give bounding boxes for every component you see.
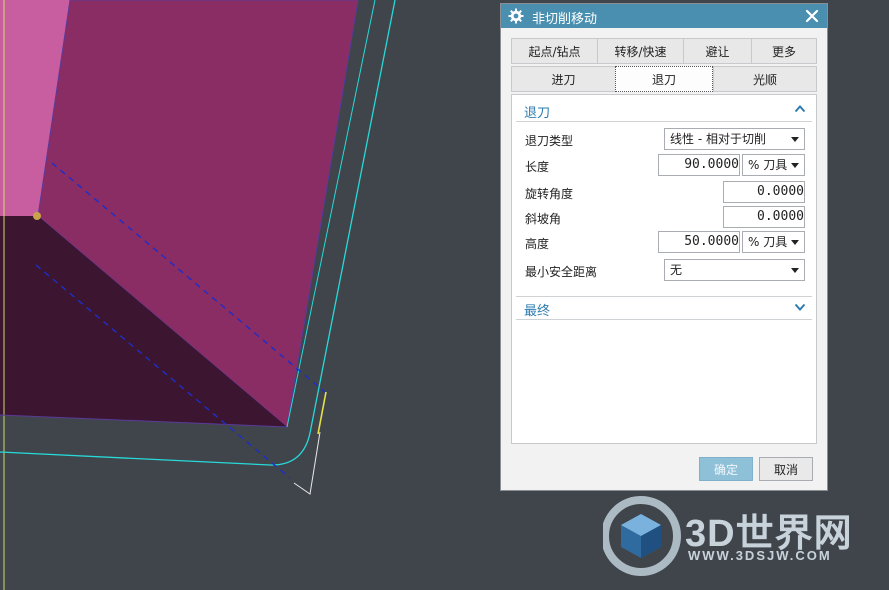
dropdown-arrow-icon <box>791 240 799 245</box>
dropdown-arrow-icon <box>791 163 799 168</box>
retract-group-header[interactable]: 退刀 <box>516 99 812 122</box>
cancel-button[interactable]: 取消 <box>759 457 813 481</box>
length-unit-select[interactable]: % 刀具 <box>742 154 805 176</box>
length-unit-value: % 刀具 <box>748 158 788 172</box>
rotation-angle-row: 旋转角度 0.0000 <box>525 181 805 205</box>
watermark-logo <box>603 496 681 576</box>
ok-button[interactable]: 确定 <box>699 457 753 481</box>
watermark-url: WWW.3DSJW.COM <box>688 548 832 563</box>
close-icon[interactable] <box>805 9 819 23</box>
tab-start-drill-point[interactable]: 起点/钻点 <box>511 38 597 64</box>
min-clearance-value: 无 <box>670 263 683 277</box>
tab-engage[interactable]: 进刀 <box>511 66 615 92</box>
min-clearance-row: 最小安全距离 无 <box>525 259 805 283</box>
tab-smoothing[interactable]: 光顺 <box>713 66 817 92</box>
retract-type-select[interactable]: 线性 - 相对于切削 <box>664 128 805 150</box>
retract-type-value: 线性 - 相对于切削 <box>670 132 766 146</box>
retract-type-label: 退刀类型 <box>525 134 574 148</box>
height-label: 高度 <box>525 237 550 251</box>
gear-icon <box>508 8 524 24</box>
tab-retract[interactable]: 退刀 <box>615 66 713 92</box>
tab-transfer-rapid[interactable]: 转移/快速 <box>597 38 683 64</box>
tabs-row-1: 起点/钻点 转移/快速 避让 更多 <box>511 38 817 64</box>
height-unit-select[interactable]: % 刀具 <box>742 231 805 253</box>
length-row: 长度 90.0000 % 刀具 <box>525 154 805 178</box>
dropdown-arrow-icon <box>791 137 799 142</box>
tab-avoidance[interactable]: 避让 <box>683 38 751 64</box>
start-point-marker <box>33 212 41 220</box>
dialog-title: 非切削移动 <box>532 12 598 27</box>
ramp-angle-label: 斜坡角 <box>525 212 562 226</box>
retract-group-title: 退刀 <box>524 106 551 121</box>
min-clearance-select[interactable]: 无 <box>664 259 805 281</box>
ramp-angle-input[interactable]: 0.0000 <box>723 206 805 228</box>
height-row: 高度 50.0000 % 刀具 <box>525 231 805 255</box>
ramp-angle-row: 斜坡角 0.0000 <box>525 206 805 230</box>
chevron-down-icon[interactable] <box>794 301 806 313</box>
retract-type-row: 退刀类型 线性 - 相对于切削 <box>525 128 805 152</box>
rotation-angle-label: 旋转角度 <box>525 187 574 201</box>
rotation-angle-input[interactable]: 0.0000 <box>723 181 805 203</box>
final-group-header[interactable]: 最终 <box>516 296 812 320</box>
retract-segment <box>317 391 327 435</box>
non-cutting-moves-dialog: 非切削移动 起点/钻点 转移/快速 避让 更多 进刀 退刀 光顺 退刀 退刀类型… <box>500 3 828 491</box>
length-input[interactable]: 90.0000 <box>658 154 740 176</box>
height-input[interactable]: 50.0000 <box>658 231 740 253</box>
dropdown-arrow-icon <box>791 268 799 273</box>
retract-panel: 退刀 退刀类型 线性 - 相对于切削 长度 90.0000 % 刀具 旋转角度 … <box>511 94 817 444</box>
chevron-up-icon[interactable] <box>794 103 806 115</box>
final-group-title: 最终 <box>524 304 551 319</box>
dialog-titlebar[interactable]: 非切削移动 <box>501 4 827 28</box>
height-unit-value: % 刀具 <box>748 235 788 249</box>
tabs-row-2: 进刀 退刀 光顺 <box>511 66 817 92</box>
tab-more[interactable]: 更多 <box>751 38 817 64</box>
length-label: 长度 <box>525 160 550 174</box>
min-clearance-label: 最小安全距离 <box>525 265 598 279</box>
